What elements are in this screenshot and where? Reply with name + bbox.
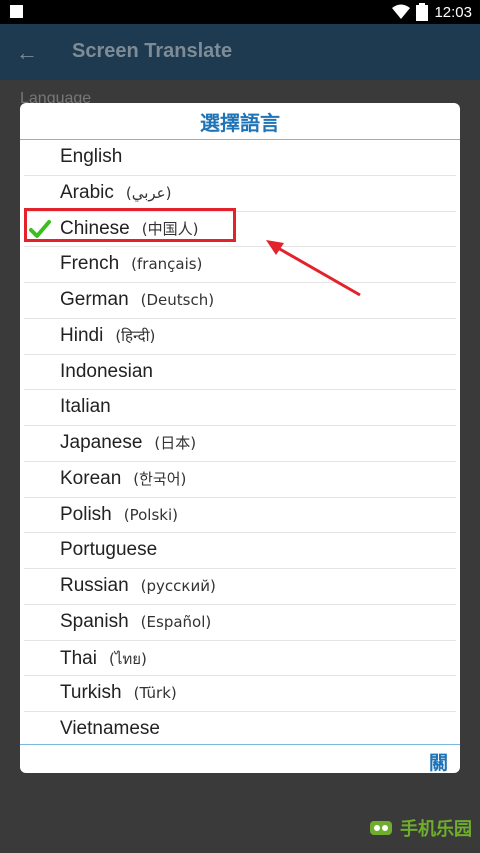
notification-icon: [10, 5, 23, 18]
language-native-name: (Türk): [133, 684, 177, 703]
language-native-name: (عربي): [125, 183, 172, 202]
watermark: 手机乐园: [370, 815, 472, 841]
language-name: Italian: [60, 396, 111, 418]
language-native-name: (日本): [154, 434, 197, 452]
language-name: Indonesian: [60, 361, 153, 383]
language-name: Polish (Polski): [60, 504, 178, 526]
language-name-text: English: [60, 146, 123, 167]
language-name-text: Arabic: [60, 181, 114, 203]
language-native-name: (Polski): [123, 505, 178, 524]
language-name-text: Turkish: [60, 682, 122, 704]
language-native-name: (Deutsch): [140, 291, 215, 309]
language-name: Turkish (Türk): [60, 682, 177, 704]
language-name-text: Korean: [60, 467, 122, 489]
language-name: English: [60, 146, 122, 168]
language-dialog: 選擇語言 English Arabic (عربي) Chinese (中国人) Fren…: [20, 103, 460, 773]
language-native-name: (Español): [140, 612, 212, 631]
language-name-text: Japanese: [60, 432, 143, 453]
language-name: Thai (ไทย): [60, 647, 147, 671]
language-name: Hindi (हिन्दी): [60, 325, 155, 347]
language-item-thai[interactable]: Thai (ไทย): [24, 641, 456, 677]
arrow-left-icon[interactable]: ←: [16, 40, 38, 66]
language-name-text: Italian: [60, 396, 111, 418]
language-name-text: Indonesian: [60, 360, 153, 382]
language-name-text: Vietnamese: [60, 718, 160, 739]
language-name: German (Deutsch): [60, 289, 214, 311]
dialog-footer: 關: [20, 744, 460, 773]
language-item-english[interactable]: English: [24, 140, 456, 176]
language-name: Arabic (عربي): [60, 182, 171, 204]
language-native-name: (français): [131, 255, 203, 274]
wifi-icon: [392, 4, 411, 19]
language-item-vietnamese[interactable]: Vietnamese: [24, 712, 456, 744]
language-native-name: (ไทย): [108, 649, 147, 668]
language-item-polish[interactable]: Polish (Polski): [24, 498, 456, 534]
status-bar: 12:03: [0, 0, 480, 24]
language-item-japanese[interactable]: Japanese (日本): [24, 426, 456, 462]
language-item-korean[interactable]: Korean (한국어): [24, 462, 456, 498]
language-name-text: Polish: [60, 503, 112, 525]
language-item-arabic[interactable]: Arabic (عربي): [24, 176, 456, 212]
language-item-portuguese[interactable]: Portuguese: [24, 533, 456, 569]
language-native-name: (русский): [140, 577, 216, 595]
language-item-indonesian[interactable]: Indonesian: [24, 355, 456, 391]
language-name: Spanish (Español): [60, 611, 211, 633]
language-name: French (français): [60, 253, 202, 275]
language-item-french[interactable]: French (français): [24, 247, 456, 283]
language-name: Portuguese: [60, 539, 157, 561]
language-item-spanish[interactable]: Spanish (Español): [24, 605, 456, 641]
language-item-hindi[interactable]: Hindi (हिन्दी): [24, 319, 456, 355]
watermark-text: 手机乐园: [400, 819, 472, 840]
language-name-text: Portuguese: [60, 539, 158, 561]
language-item-russian[interactable]: Russian (русский): [24, 569, 456, 605]
language-name: Russian (русский): [60, 575, 216, 597]
language-name: Korean (한국어): [60, 468, 186, 490]
watermark-logo-icon: [370, 821, 392, 835]
app-title: Screen Translate: [72, 40, 233, 62]
language-native-name: (हिन्दी): [115, 326, 156, 345]
battery-icon: [416, 3, 429, 21]
language-name: Vietnamese: [60, 718, 160, 740]
language-name-text: Thai: [60, 647, 97, 669]
language-name-text: Spanish: [60, 610, 129, 632]
language-name-text: Hindi: [60, 324, 104, 346]
language-name: Japanese (日本): [60, 432, 196, 454]
language-item-italian[interactable]: Italian: [24, 390, 456, 426]
close-button[interactable]: 關: [429, 748, 448, 773]
app-bar: ← Screen Translate: [0, 24, 480, 80]
language-item-german[interactable]: German (Deutsch): [24, 283, 456, 319]
dialog-title: 選擇語言: [20, 103, 460, 140]
status-time: 12:03: [434, 3, 472, 21]
language-name-text: Russian: [60, 575, 129, 596]
selection-highlight-box: [24, 208, 236, 242]
language-name-text: French: [60, 253, 120, 275]
language-item-turkish[interactable]: Turkish (Türk): [24, 676, 456, 712]
language-name-text: German: [60, 289, 129, 310]
language-native-name: (한국어): [133, 469, 187, 488]
